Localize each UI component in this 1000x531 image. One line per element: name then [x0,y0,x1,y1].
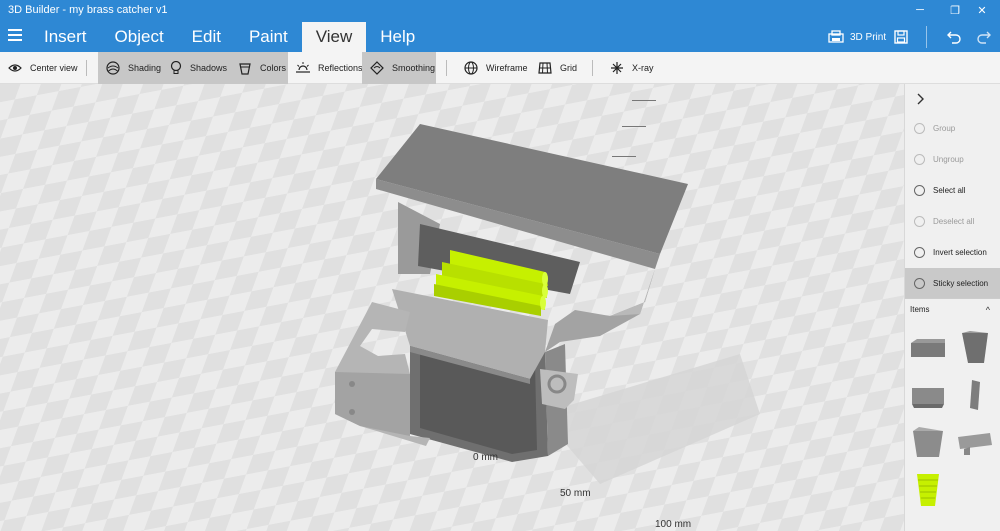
xray-label: X-ray [632,63,654,73]
center-view-button[interactable]: Center view [0,52,86,84]
colors-toggle[interactable]: Colors [230,52,288,84]
xray-toggle[interactable]: X-ray [602,52,662,84]
menu-paint[interactable]: Paint [235,22,302,52]
select-all-icon [914,185,925,196]
wireframe-toggle[interactable]: Wireframe [456,52,536,84]
eye-icon [8,61,22,75]
ribbon-divider [446,60,447,76]
item-thumbnail-3[interactable] [909,376,947,414]
item-thumbnail-7[interactable] [909,470,947,508]
shadows-toggle[interactable]: Shadows [162,52,230,84]
3d-viewport[interactable]: 0 mm 50 mm 100 mm [0,84,904,531]
grid-icon [538,61,552,75]
right-panel: Group Ungroup Select all Deselect all In… [904,84,1000,531]
ungroup-button[interactable]: Ungroup [905,144,1000,175]
grid-toggle[interactable]: Grid [530,52,585,84]
shading-toggle[interactable]: Shading [98,52,162,84]
redo-icon [977,31,991,44]
menu-edit[interactable]: Edit [178,22,235,52]
3d-print-label: 3D Print [850,31,887,43]
menu-view[interactable]: View [301,22,367,52]
grid-label: Grid [560,63,578,73]
globe-icon [464,61,478,75]
select-all-button[interactable]: Select all [905,175,1000,206]
scene [0,84,904,531]
sticky-selection-label: Sticky selection [933,279,989,288]
group-icon [914,123,925,134]
minimize-button[interactable]: ─ [900,0,940,20]
menu-help[interactable]: Help [366,22,429,52]
item-thumbnail-2[interactable] [956,329,994,367]
item-thumbnail-1[interactable] [909,329,947,367]
group-button[interactable]: Group [905,113,1000,144]
chevron-right-icon[interactable] [915,92,927,106]
menu-insert[interactable]: Insert [30,22,101,52]
ungroup-icon [914,154,925,165]
sticky-selection-button[interactable]: Sticky selection [905,268,1000,299]
smoothing-label: Smoothing [392,63,436,73]
menu-object[interactable]: Object [101,22,178,52]
item-thumbnail-6[interactable] [956,423,994,461]
undo-icon [947,31,961,44]
deselect-all-icon [914,216,925,227]
chevron-up-icon[interactable]: ^ [986,305,990,315]
sticky-selection-icon [914,278,925,289]
save-button[interactable] [894,26,908,48]
smoothing-icon [370,61,384,75]
printer-icon [828,30,844,43]
item-thumbnail-5[interactable] [909,423,947,461]
main-menu: Insert Object Edit Paint View Help [30,22,429,52]
deselect-all-label: Deselect all [933,217,975,226]
shadows-label: Shadows [190,63,228,73]
redo-button[interactable] [976,26,992,48]
shading-label: Shading [128,63,162,73]
invert-selection-button[interactable]: Invert selection [905,237,1000,268]
deselect-all-button[interactable]: Deselect all [905,206,1000,237]
shading-icon [106,61,120,75]
bulb-icon [170,61,182,75]
invert-selection-icon [914,247,925,258]
wireframe-label: Wireframe [486,63,528,73]
undo-button[interactable] [946,26,962,48]
close-button[interactable]: ✕ [962,0,1000,20]
hamburger-menu-icon[interactable] [8,29,22,41]
item-thumbnail-4[interactable] [956,376,994,414]
ribbon-divider [592,60,593,76]
select-all-label: Select all [933,186,966,195]
smoothing-toggle[interactable]: Smoothing [362,52,436,84]
window-title: 3D Builder - my brass catcher v1 [8,4,168,16]
axis-label-0mm: 0 mm [473,452,498,463]
sunrise-icon [296,61,310,75]
reflections-toggle[interactable]: Reflections [288,52,363,84]
title-bar: 3D Builder - my brass catcher v1 ─ ❐ ✕ I… [0,0,1000,52]
ungroup-label: Ungroup [933,155,964,164]
invert-selection-label: Invert selection [933,248,987,257]
paint-bucket-icon [238,61,252,75]
panel-divider [905,298,1000,299]
items-header: Items [910,305,930,314]
colors-label: Colors [260,63,287,73]
center-view-label: Center view [30,63,78,73]
3d-print-button[interactable]: 3D Print [828,26,886,48]
save-icon [894,30,908,44]
axis-label-50mm: 50 mm [560,488,591,499]
reflections-label: Reflections [318,63,363,73]
group-label: Group [933,124,956,133]
ribbon-divider [86,60,87,76]
axis-label-100mm: 100 mm [655,519,692,530]
view-ribbon: Center view Shading Shadows Colors Refle… [0,52,1000,84]
toolbar-divider [926,26,927,48]
xray-icon [610,61,624,75]
